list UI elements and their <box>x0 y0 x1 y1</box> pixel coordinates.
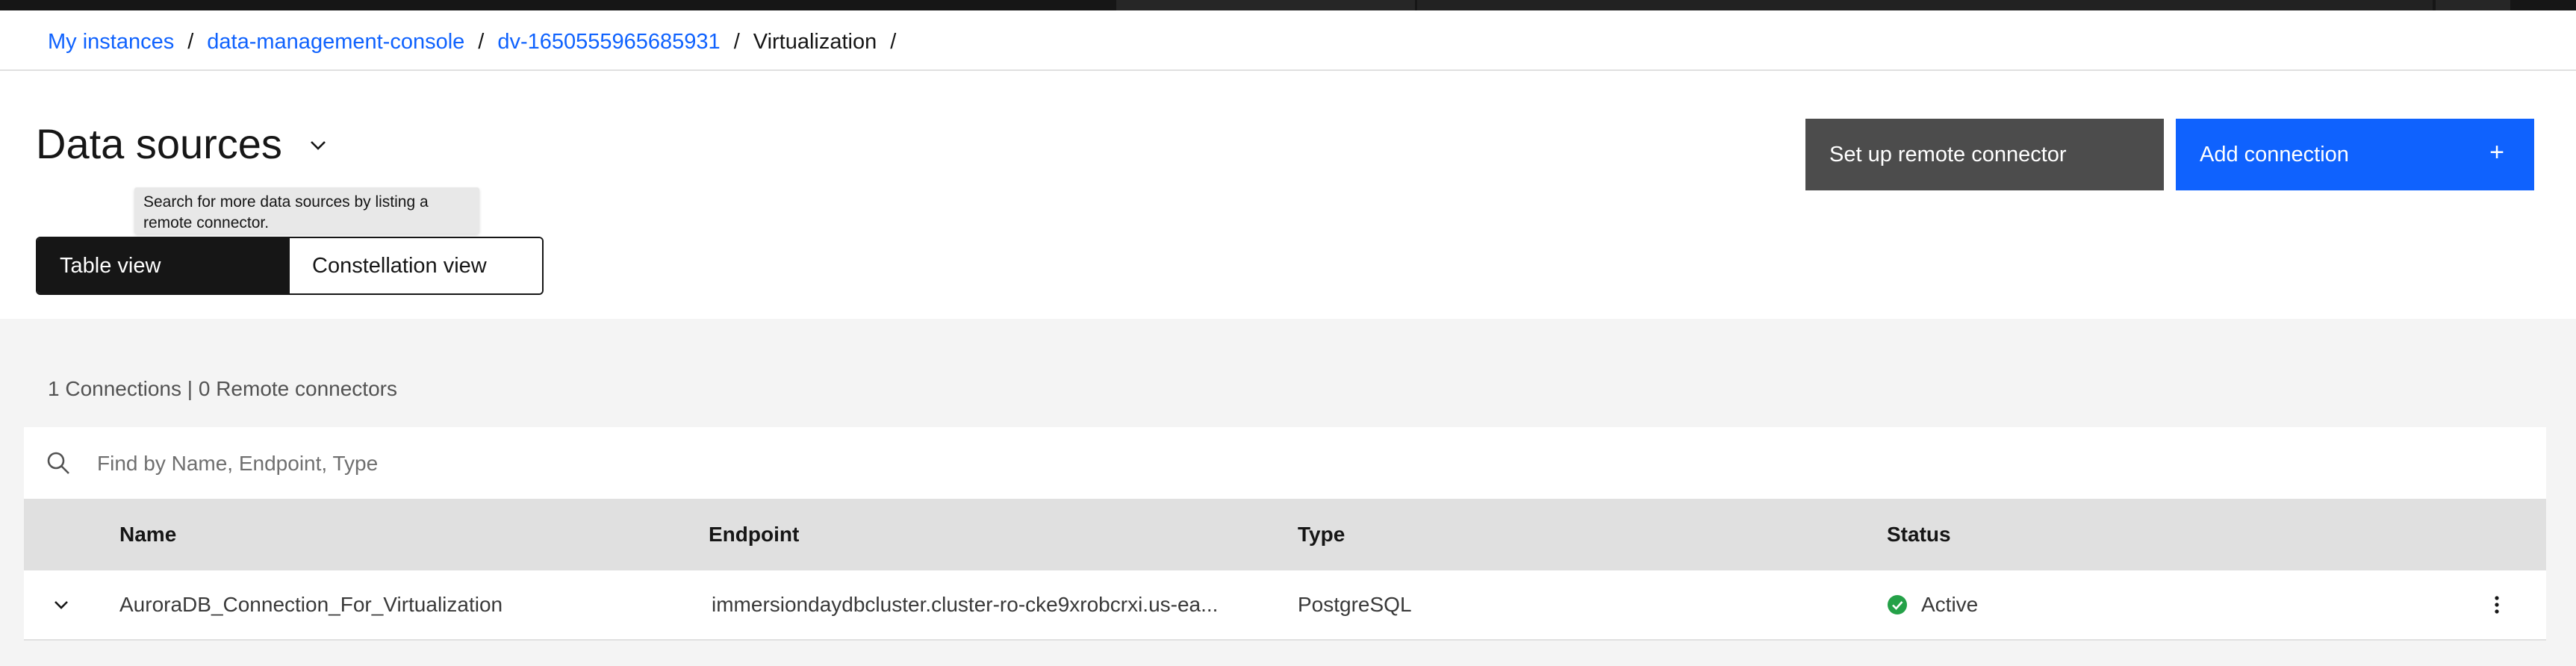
add-connection-button[interactable]: Add connection + <box>2176 119 2534 190</box>
breadcrumb-separator: / <box>187 29 194 54</box>
set-up-remote-connector-label: Set up remote connector <box>1829 142 2067 166</box>
cell-status: Active <box>1887 570 1978 639</box>
table-row[interactable]: AuroraDB_Connection_For_Virtualization i… <box>24 570 2546 641</box>
breadcrumb: My instances / data-management-console /… <box>48 27 909 57</box>
page-title: Data sources <box>36 120 282 167</box>
tooltip: Search for more data sources by listing … <box>134 187 479 234</box>
top-nav-bar <box>0 0 2576 10</box>
plus-icon: + <box>2489 138 2504 166</box>
cell-name: AuroraDB_Connection_For_Virtualization <box>119 593 503 616</box>
table-view-tab[interactable]: Table view <box>37 238 290 293</box>
top-nav-segment <box>1417 0 2433 10</box>
cell-endpoint: immersiondaydbcluster.cluster-ro-cke9xro… <box>712 593 1219 616</box>
breadcrumb-my-instances[interactable]: My instances <box>48 30 174 55</box>
view-switcher: Table view Constellation view <box>36 237 544 295</box>
search-input[interactable] <box>96 444 2488 484</box>
table-header: Name Endpoint Type Status <box>24 499 2546 570</box>
constellation-view-tab[interactable]: Constellation view <box>290 238 542 293</box>
breadcrumb-divider <box>0 69 2576 71</box>
breadcrumb-separator: / <box>890 29 897 54</box>
connections-count: 1 Connections | <box>48 377 193 400</box>
chevron-down-icon[interactable] <box>306 133 330 157</box>
chevron-down-icon[interactable] <box>49 593 73 617</box>
column-header-type[interactable]: Type <box>1298 499 1345 570</box>
column-header-name[interactable]: Name <box>119 499 176 570</box>
top-nav-segment <box>1116 0 1415 10</box>
search-bar <box>24 427 2546 499</box>
table-view-label: Table view <box>60 253 161 278</box>
breadcrumb-separator: / <box>478 29 485 54</box>
column-header-endpoint[interactable]: Endpoint <box>709 499 799 570</box>
checkmark-filled-icon <box>1888 595 1907 614</box>
breadcrumb-instance-id[interactable]: dv-1650555965685931 <box>497 30 720 55</box>
breadcrumb-separator: / <box>733 29 740 54</box>
remote-connectors-count: 0 Remote connectors <box>198 377 397 400</box>
connection-counts: 1 Connections | 0 Remote connectors <box>48 377 397 401</box>
top-nav-segment <box>2436 0 2510 10</box>
breadcrumb-current: Virtualization <box>753 29 877 54</box>
column-header-status[interactable]: Status <box>1887 499 1951 570</box>
set-up-remote-connector-button[interactable]: Set up remote connector <box>1805 119 2164 190</box>
add-connection-label: Add connection <box>2200 142 2349 166</box>
search-icon <box>47 452 69 474</box>
breadcrumb-data-management-console[interactable]: data-management-console <box>207 30 464 55</box>
constellation-view-label: Constellation view <box>312 253 487 278</box>
overflow-menu-vertical-icon[interactable] <box>2482 590 2512 620</box>
status-label: Active <box>1921 593 1979 616</box>
cell-type: PostgreSQL <box>1298 593 1412 616</box>
